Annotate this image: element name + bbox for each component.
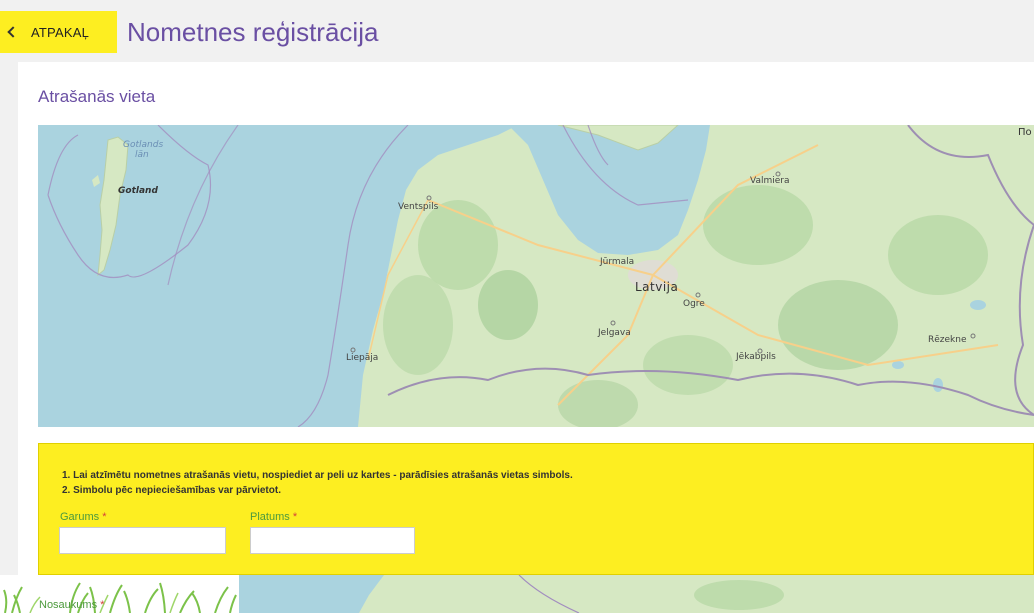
- location-map-secondary: [239, 575, 1034, 613]
- longitude-label: Garums *: [60, 511, 106, 523]
- section-title-location: Atrašanās vieta: [38, 87, 156, 106]
- instructions-list: 1. Lai atzīmētu nometnes atrašanās vietu…: [62, 468, 573, 498]
- grass-image: [3, 582, 237, 613]
- longitude-input[interactable]: [59, 527, 226, 554]
- name-label-text: Nosaukums: [39, 599, 98, 611]
- map-label-valmiera: Valmiera: [750, 176, 790, 186]
- chevron-left-icon: [7, 26, 19, 38]
- name-label: Nosaukums *: [39, 599, 104, 611]
- back-button-label: ATPAKAĻ: [31, 24, 89, 40]
- back-button[interactable]: ATPAKAĻ: [0, 11, 117, 53]
- required-marker: *: [102, 511, 107, 523]
- latitude-label-text: Platums: [250, 511, 290, 523]
- instruction-step-2: 2. Simbolu pēc nepieciešamības var pārvi…: [62, 485, 281, 496]
- map-label-gotland: Gotland: [118, 186, 158, 196]
- required-marker: *: [292, 511, 298, 523]
- latitude-input[interactable]: [250, 527, 415, 554]
- instructions-box: [38, 443, 1034, 575]
- latitude-label: Platums *: [250, 511, 297, 523]
- map-label-jurmala: Jūrmala: [600, 257, 635, 267]
- top-bar: ATPAKAĻ Nometnes reģistrācija: [0, 0, 1034, 62]
- grass-decoration: [0, 575, 239, 613]
- map-label-rezekne: Rēzekne: [928, 335, 967, 345]
- map-label-liepaja: Liepāja: [346, 353, 379, 363]
- map-label-lan: län: [135, 150, 149, 160]
- map-label-gotlands-lan: Gotlands: [123, 140, 164, 150]
- map-canvas-secondary: [239, 575, 1034, 613]
- longitude-label-text: Garums: [60, 511, 100, 523]
- map-label-latvija: Latvija: [635, 280, 679, 294]
- location-map[interactable]: Gotlands län Gotland Ventspils Valmiera …: [38, 125, 1034, 427]
- map-label-jelgava: Jelgava: [598, 328, 631, 338]
- map-label-jekabpils: Jēkabpils: [736, 352, 776, 362]
- map-label-ogre: Ogre: [683, 299, 705, 309]
- page-title: Nometnes reģistrācija: [127, 17, 379, 47]
- map-label-edge: По: [1018, 127, 1032, 138]
- map-label-ventspils: Ventspils: [398, 202, 439, 212]
- instruction-step-1: 1. Lai atzīmētu nometnes atrašanās vietu…: [62, 470, 573, 481]
- required-marker: *: [100, 599, 105, 611]
- map-canvas: [38, 125, 1034, 427]
